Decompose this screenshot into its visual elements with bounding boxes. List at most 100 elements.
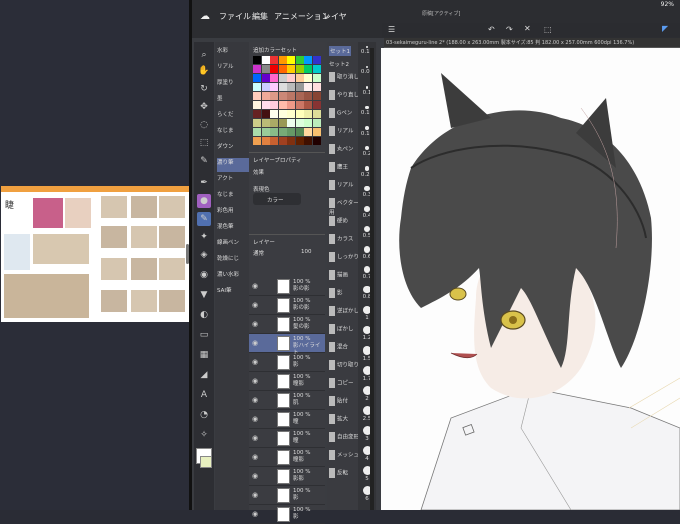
color-swatch[interactable] — [304, 74, 312, 82]
pen-tool-icon[interactable]: ✒ — [197, 176, 211, 190]
color-swatch[interactable] — [278, 92, 287, 100]
color-swatch[interactable] — [312, 137, 321, 145]
color-swatch[interactable] — [287, 137, 295, 145]
blend-tool-icon[interactable]: ◉ — [197, 268, 211, 282]
color-swatch[interactable] — [304, 137, 312, 145]
color-swatch[interactable] — [261, 128, 270, 136]
panel-scrollbar[interactable] — [370, 48, 374, 510]
undo-icon[interactable]: ↶ — [488, 25, 495, 34]
color-swatch[interactable] — [287, 101, 295, 109]
redo-icon[interactable]: ↷ — [506, 25, 513, 34]
eye-icon[interactable]: ◉ — [252, 339, 258, 347]
subtool-item[interactable]: らくだ — [217, 110, 249, 124]
color-swatch[interactable] — [312, 119, 321, 127]
brush-item[interactable]: しっかり — [329, 252, 360, 266]
color-swatch[interactable] — [295, 83, 304, 91]
color-swatch[interactable] — [270, 74, 278, 82]
color-swatch[interactable] — [304, 83, 312, 91]
eye-icon[interactable]: ◉ — [252, 320, 258, 328]
brush-item[interactable]: 反転 — [329, 468, 360, 482]
layer-row[interactable]: ◉ 100 % 影の影 — [249, 296, 325, 315]
reference-document-thumbnail[interactable]: 睫 — [1, 186, 189, 322]
color-swatch[interactable] — [295, 56, 304, 64]
frame-tool-icon[interactable]: ▦ — [197, 348, 211, 362]
color-swatch[interactable] — [253, 101, 261, 109]
color-swatch[interactable] — [270, 101, 278, 109]
brush-item[interactable]: Gペン — [329, 108, 360, 122]
color-swatch[interactable] — [312, 74, 321, 82]
color-swatch[interactable] — [312, 92, 321, 100]
layer-row[interactable]: ◉ 100 % 瞳 — [249, 410, 325, 429]
subtool-item-selected[interactable]: 濃り筆 — [217, 158, 249, 172]
menu-animation[interactable]: アニメーション — [274, 11, 330, 22]
eye-icon[interactable]: ◉ — [252, 453, 258, 461]
color-swatch[interactable] — [287, 65, 295, 73]
color-swatch[interactable] — [261, 92, 270, 100]
layer-opacity[interactable]: 100 — [301, 249, 312, 255]
color-swatch[interactable] — [295, 128, 304, 136]
layer-row[interactable]: ◉ 100 % 影 — [249, 505, 325, 524]
color-swatch[interactable] — [312, 56, 321, 64]
color-swatch[interactable] — [270, 119, 278, 127]
color-swatch[interactable] — [278, 119, 287, 127]
subtool-item[interactable]: 乾燥にじ — [217, 254, 249, 268]
layer-row[interactable]: ◉ 100 % 瞳影 — [249, 448, 325, 467]
eye-icon[interactable]: ◉ — [252, 358, 258, 366]
color-swatch[interactable] — [287, 92, 295, 100]
fill-tool-icon[interactable]: ▼ — [197, 288, 211, 302]
color-swatch[interactable] — [295, 74, 304, 82]
drawing-canvas[interactable] — [381, 48, 680, 510]
gradient-tool-icon[interactable]: ◐ — [197, 308, 211, 322]
correction-tool-icon[interactable]: ✧ — [197, 428, 211, 442]
color-swatch[interactable] — [253, 119, 261, 127]
color-swatch[interactable] — [270, 137, 278, 145]
brush-item[interactable]: ぼかし — [329, 324, 360, 338]
subtool-item[interactable]: 彩色用 — [217, 206, 249, 220]
color-swatch[interactable] — [261, 65, 270, 73]
zoom-tool-icon[interactable]: ⌕ — [197, 48, 211, 62]
subtool-item[interactable]: 線画ペン — [217, 238, 249, 252]
color-swatch[interactable] — [270, 56, 278, 64]
eye-icon[interactable]: ◉ — [252, 472, 258, 480]
color-swatch[interactable] — [312, 128, 321, 136]
subtool-item[interactable]: 濃い水彩 — [217, 270, 249, 284]
color-swatch[interactable] — [287, 56, 295, 64]
color-swatch[interactable] — [261, 137, 270, 145]
color-swatch[interactable] — [253, 56, 261, 64]
menu-edit[interactable]: 編集 — [252, 11, 268, 22]
menu-file[interactable]: ファイル — [219, 11, 251, 22]
brush-item[interactable]: リアル — [329, 126, 360, 140]
color-swatch[interactable] — [295, 119, 304, 127]
sub-color-swatch[interactable] — [200, 456, 212, 468]
figure-tool-icon[interactable]: ▭ — [197, 328, 211, 342]
color-swatch[interactable] — [312, 83, 321, 91]
airbrush-tool-icon[interactable]: ✎ — [197, 212, 211, 226]
eye-icon[interactable]: ◉ — [252, 491, 258, 499]
hand-tool-icon[interactable]: ✋ — [197, 64, 211, 78]
color-swatches[interactable] — [253, 56, 323, 146]
color-swatch[interactable] — [287, 128, 295, 136]
eye-icon[interactable]: ◉ — [252, 396, 258, 404]
expression-color-select[interactable]: カラー — [253, 193, 301, 205]
color-swatch[interactable] — [253, 137, 261, 145]
color-swatch[interactable] — [278, 74, 287, 82]
subtool-item[interactable]: リアル — [217, 62, 249, 76]
color-swatch[interactable] — [253, 65, 261, 73]
move-tool-icon[interactable]: ✥ — [197, 100, 211, 114]
color-swatch[interactable] — [253, 83, 261, 91]
blend-mode-select[interactable]: 通常 — [253, 249, 264, 257]
mode-icon[interactable]: ◤ — [662, 24, 668, 33]
menu-layer[interactable]: レイヤ — [323, 11, 347, 22]
color-swatch[interactable] — [270, 83, 278, 91]
color-swatch[interactable] — [270, 65, 278, 73]
color-swatch[interactable] — [253, 74, 261, 82]
subtool-item[interactable]: ダウン — [217, 142, 249, 156]
subtool-item[interactable]: 水彩 — [217, 46, 249, 60]
eye-icon[interactable]: ◉ — [252, 377, 258, 385]
subtool-item[interactable]: アクト — [217, 174, 249, 188]
subtool-item[interactable]: 混色筆 — [217, 222, 249, 236]
brush-item[interactable]: カラス — [329, 234, 360, 248]
layer-row[interactable]: ◉ 100 % 影影 — [249, 467, 325, 486]
color-swatch[interactable] — [261, 83, 270, 91]
eye-icon[interactable]: ◉ — [252, 434, 258, 442]
